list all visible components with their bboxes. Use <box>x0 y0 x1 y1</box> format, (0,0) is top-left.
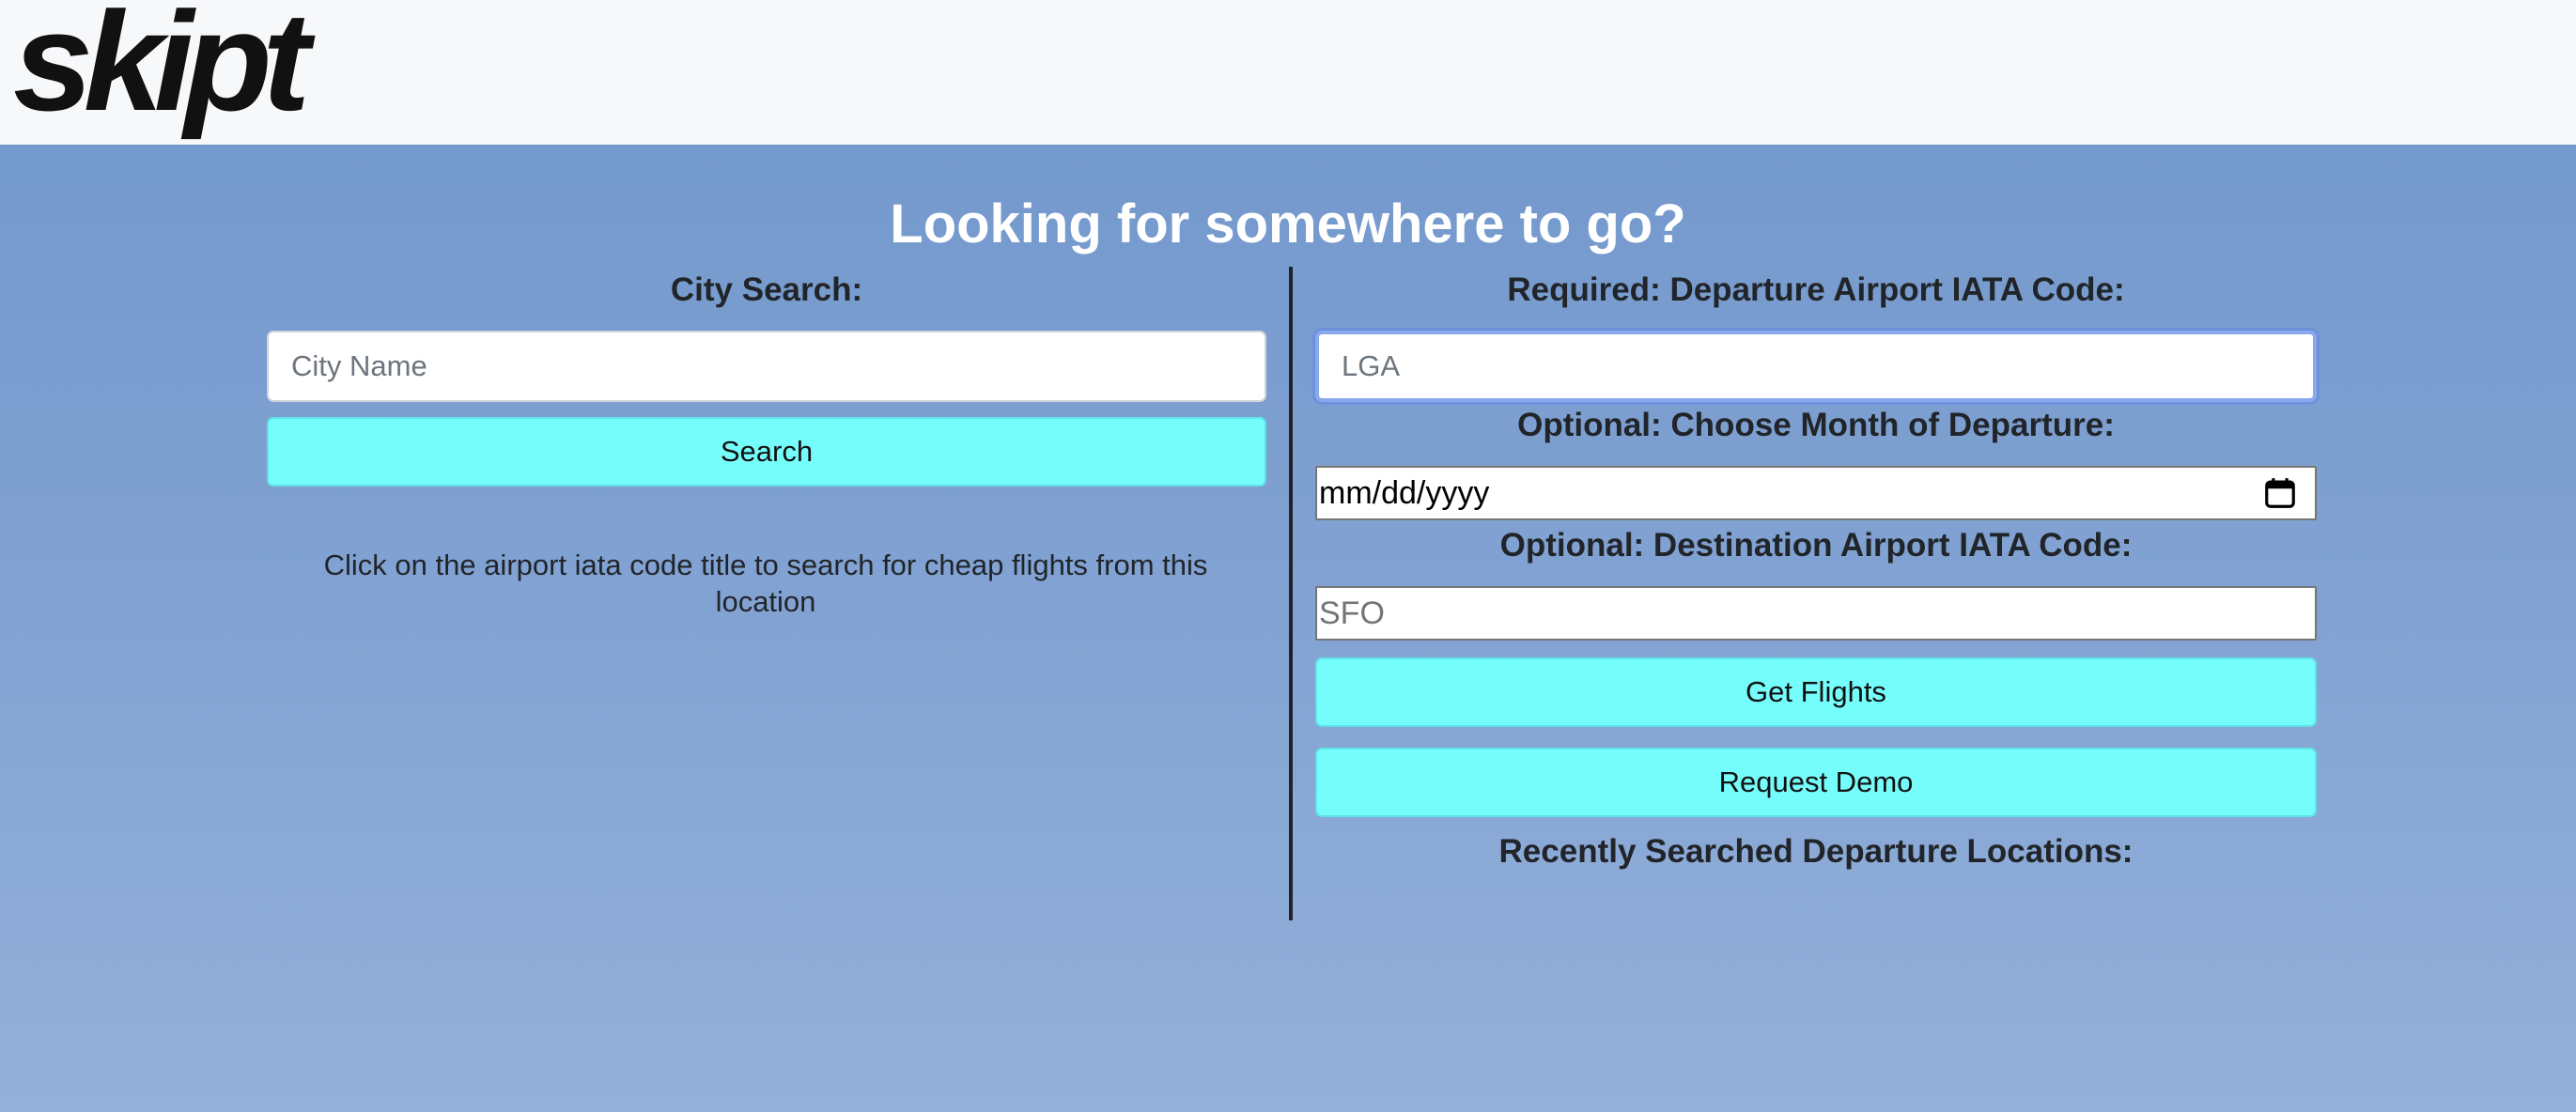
date-placeholder: mm/dd/yyyy <box>1319 474 1490 511</box>
departure-iata-input[interactable]: LGA <box>1315 331 2317 402</box>
city-search-label: City Search: <box>670 271 863 308</box>
destination-iata-label: Optional: Destination Airport IATA Code: <box>1499 527 2133 564</box>
top-navbar: skipt <box>0 0 2576 145</box>
recent-departures-label: Recently Searched Departure Locations: <box>1498 833 2134 870</box>
request-demo-button[interactable]: Request Demo <box>1315 748 2317 817</box>
skipt-logo[interactable]: skipt <box>13 0 310 131</box>
column-divider <box>1289 267 1293 920</box>
destination-iata-input[interactable]: SFO <box>1315 586 2317 641</box>
search-button[interactable]: Search <box>267 417 1266 486</box>
departure-iata-label: Required: Departure Airport IATA Code: <box>1507 271 2125 308</box>
get-flights-button[interactable]: Get Flights <box>1315 657 2317 727</box>
departure-date-input[interactable]: mm/dd/yyyy <box>1315 466 2317 520</box>
departure-month-label: Optional: Choose Month of Departure: <box>1517 407 2115 443</box>
destination-iata-placeholder: SFO <box>1319 595 1385 631</box>
calendar-icon[interactable] <box>2262 475 2298 511</box>
city-name-placeholder: City Name <box>291 349 427 382</box>
departure-iata-placeholder: LGA <box>1342 349 1401 382</box>
city-name-input[interactable]: City Name <box>267 331 1266 402</box>
search-section: Looking for somewhere to go? City Search… <box>0 145 2576 1112</box>
page-title: Looking for somewhere to go? <box>890 193 1686 255</box>
airport-hint-text: Click on the airport iata code title to … <box>323 548 1208 618</box>
